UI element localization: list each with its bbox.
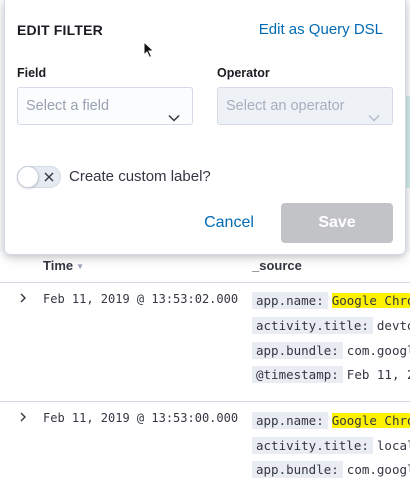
source-field: activity.title:localh [252,436,410,456]
column-header-time-label: Time [43,258,74,273]
chevron-right-icon[interactable] [16,291,30,305]
sort-down-icon[interactable]: ▼ [76,262,84,271]
column-header-time[interactable]: Time ▼ [43,258,84,273]
cancel-button[interactable]: Cancel [189,204,269,242]
source-field: app.bundle:com.google [252,460,410,480]
field-select-placeholder: Select a field [26,98,110,114]
row-timestamp: Feb 11, 2019 @ 13:53:02.000 [43,292,239,306]
source-field: @timestamp: Feb 11, 2 [252,365,410,385]
field-select[interactable]: Select a field [17,87,193,125]
source-field-value: com.google [346,462,410,477]
source-field-key: activity.title: [252,317,373,334]
source-field-key: app.name: [252,412,328,429]
field-label: Field [17,66,47,80]
operator-select[interactable]: Select an operator [217,87,393,125]
source-field-key: app.name: [252,292,328,309]
close-icon [42,170,56,184]
source-field-value: com.google [346,343,410,358]
chevron-right-icon[interactable] [16,410,30,424]
operator-label: Operator [217,66,270,80]
source-field-key: app.bundle: [252,342,343,359]
source-field-value: devtoo [376,318,410,333]
source-field-value: Google Chrom [331,293,410,308]
source-field: app.name:Google Chrom [252,291,410,311]
source-field-key: app.bundle: [252,461,343,478]
popover-title: EDIT FILTER [17,22,103,38]
source-field-value: localh [376,438,410,453]
chevron-down-icon [168,101,180,122]
table-row: Feb 11, 2019 @ 13:53:02.000 app.name: Goo… [0,283,410,402]
mouse-cursor-icon [143,40,155,59]
source-field: app.bundle:com.google [252,341,410,361]
chevron-down-icon [368,101,380,122]
table-row: Feb 11, 2019 @ 13:53:00.000 app.name: Goo… [0,402,410,478]
custom-label-text: Create custom label? [69,168,211,185]
source-field: app.name:Google Chrom [252,411,410,431]
source-field-value: Google Chrom [331,413,410,428]
source-field: activity.title:devtoo [252,316,410,336]
source-field-key: @timestamp: [252,366,343,383]
custom-label-toggle[interactable] [17,166,61,188]
operator-select-placeholder: Select an operator [226,98,345,114]
edit-as-query-dsl-link[interactable]: Edit as Query DSL [259,21,383,38]
column-header-source: _source [252,258,302,273]
save-button[interactable]: Save [281,203,393,243]
source-field-value: Feb 11, 2 [346,367,410,382]
source-field-key: activity.title: [252,437,373,454]
row-timestamp: Feb 11, 2019 @ 13:53:00.000 [43,411,239,425]
toggle-knob [17,166,39,188]
edit-filter-popover: EDIT FILTER Edit as Query DSL Field Sele… [4,0,406,255]
